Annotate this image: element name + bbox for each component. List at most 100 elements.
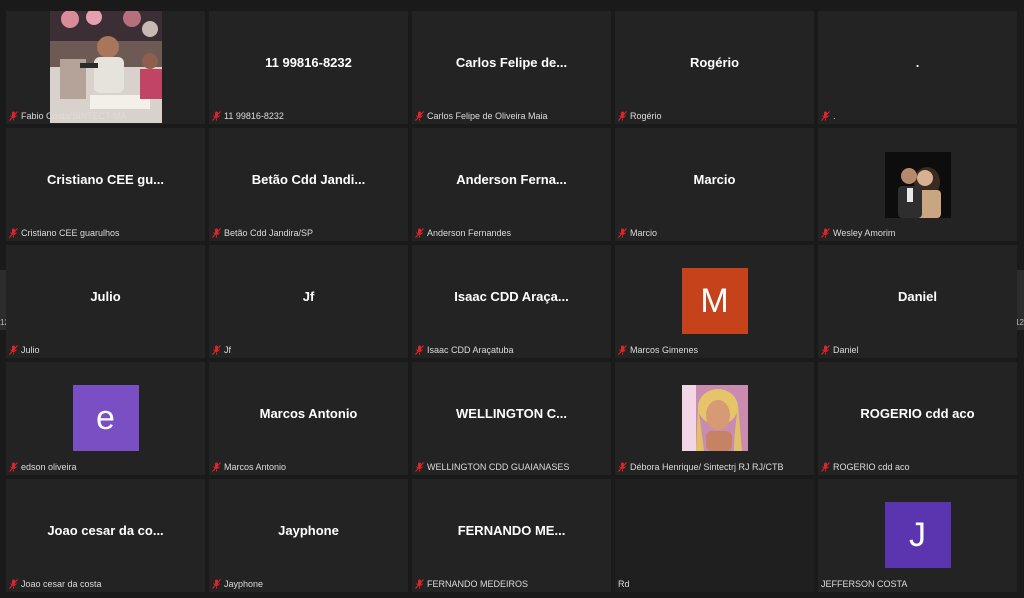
participant-name: Carlos Felipe de Oliveira Maia bbox=[427, 111, 548, 121]
participant-name-label: FERNANDO MEDEIROS bbox=[415, 578, 528, 590]
participant-tile[interactable]: Marcio Marcio bbox=[615, 128, 814, 241]
participant-display-name: Joao cesar da co... bbox=[47, 523, 164, 538]
participant-display-name: Daniel bbox=[897, 289, 937, 304]
participant-avatar: M bbox=[681, 268, 748, 334]
participant-display-name: WELLINGTON C... bbox=[456, 406, 567, 421]
participant-tile[interactable]: Carlos Felipe de... Carlos Felipe de Oli… bbox=[412, 11, 611, 124]
participant-tile[interactable]: FERNANDO ME... FERNANDO MEDEIROS bbox=[412, 479, 611, 592]
participant-name: Daniel bbox=[833, 345, 859, 355]
participant-name-label: . bbox=[821, 110, 836, 122]
participant-display-name: FERNANDO ME... bbox=[457, 523, 566, 538]
muted-mic-icon bbox=[9, 111, 18, 121]
participant-name-label: Cristiano CEE guarulhos bbox=[9, 227, 120, 239]
participant-tile[interactable]: 11 99816-8232 11 99816-8232 bbox=[209, 11, 408, 124]
muted-mic-icon bbox=[618, 111, 627, 121]
participant-name-label: Jf bbox=[212, 344, 231, 356]
participant-name-label: Débora Henrique/ Sintectrj RJ RJ/CTB bbox=[618, 461, 784, 473]
participant-name-label: WELLINGTON CDD GUAIANASES bbox=[415, 461, 569, 473]
participant-name: Isaac CDD Araçatuba bbox=[427, 345, 514, 355]
participant-name: Cristiano CEE guarulhos bbox=[21, 228, 120, 238]
participant-tile[interactable]: Betão Cdd Jandi... Betão Cdd Jandira/SP bbox=[209, 128, 408, 241]
participant-display-name: ROGERIO cdd aco bbox=[860, 406, 975, 421]
participant-tile[interactable]: Daniel Daniel bbox=[818, 245, 1017, 358]
participant-display-name: . bbox=[915, 55, 920, 70]
participant-display-name: Cristiano CEE gu... bbox=[46, 172, 164, 187]
participant-tile[interactable]: Marcos Antonio Marcos Antonio bbox=[209, 362, 408, 475]
participant-tile[interactable]: . . bbox=[818, 11, 1017, 124]
participant-display-name: Isaac CDD Araça... bbox=[454, 289, 569, 304]
participant-tile[interactable]: Fabio Costa/SINTECT-MA bbox=[6, 11, 205, 124]
participant-name: FERNANDO MEDEIROS bbox=[427, 579, 529, 589]
participant-tile[interactable]: Isaac CDD Araça... Isaac CDD Araçatuba bbox=[412, 245, 611, 358]
participant-tile[interactable]: Rogério Rogério bbox=[615, 11, 814, 124]
participant-display-name: Betão Cdd Jandi... bbox=[251, 172, 366, 187]
participant-name-label: Jayphone bbox=[212, 578, 263, 590]
participant-tile[interactable]: Anderson Ferna... Anderson Fernandes bbox=[412, 128, 611, 241]
muted-mic-icon bbox=[618, 345, 627, 355]
participant-name: 11 99816-8232 bbox=[224, 111, 284, 121]
participant-name-label: ROGERIO cdd aco bbox=[821, 461, 910, 473]
muted-mic-icon bbox=[618, 462, 627, 472]
participant-name-label: Carlos Felipe de Oliveira Maia bbox=[415, 110, 548, 122]
participant-tile[interactable]: Julio Julio bbox=[6, 245, 205, 358]
muted-mic-icon bbox=[415, 228, 424, 238]
participant-display-name: Jayphone bbox=[278, 523, 339, 538]
participant-name: Rogério bbox=[630, 111, 662, 121]
participant-name: Rd bbox=[618, 579, 630, 589]
participant-display-name: Marcio bbox=[693, 172, 736, 187]
participant-display-name: Marcos Antonio bbox=[259, 406, 358, 421]
participant-name: Anderson Fernandes bbox=[427, 228, 512, 238]
participant-name: Marcos Antonio bbox=[224, 462, 287, 472]
participant-tile[interactable]: Rd bbox=[615, 479, 814, 592]
muted-mic-icon bbox=[212, 579, 221, 589]
muted-mic-icon bbox=[9, 345, 18, 355]
participant-name: Fabio Costa/SINTECT-MA bbox=[21, 111, 127, 121]
participant-name-label: Marcio bbox=[618, 227, 657, 239]
participant-tile[interactable]: WELLINGTON C... WELLINGTON CDD GUAIANASE… bbox=[412, 362, 611, 475]
participant-video bbox=[49, 11, 162, 123]
participant-profile-photo bbox=[884, 152, 951, 218]
participant-display-name: Carlos Felipe de... bbox=[455, 55, 568, 70]
participant-tile[interactable]: ROGERIO cdd aco ROGERIO cdd aco bbox=[818, 362, 1017, 475]
participant-tile[interactable]: e edson oliveira bbox=[6, 362, 205, 475]
muted-mic-icon bbox=[821, 111, 830, 121]
muted-mic-icon bbox=[415, 579, 424, 589]
participant-name: Wesley Amorim bbox=[833, 228, 896, 238]
participant-name: Marcos Gimenes bbox=[630, 345, 699, 355]
participant-name-label: Marcos Gimenes bbox=[618, 344, 698, 356]
participant-name: Marcio bbox=[630, 228, 658, 238]
participant-name-label: Anderson Fernandes bbox=[415, 227, 511, 239]
participant-name-label: Marcos Antonio bbox=[212, 461, 286, 473]
participant-tile[interactable]: Jayphone Jayphone bbox=[209, 479, 408, 592]
participant-name: Jf bbox=[224, 345, 232, 355]
participant-name-label: edson oliveira bbox=[9, 461, 77, 473]
participant-name-label: Fabio Costa/SINTECT-MA bbox=[9, 110, 127, 122]
participant-name-label: Rogério bbox=[618, 110, 662, 122]
participant-name: Julio bbox=[21, 345, 40, 355]
participant-tile[interactable]: J JEFFERSON COSTA bbox=[818, 479, 1017, 592]
participant-avatar: J bbox=[884, 502, 951, 568]
participant-tile[interactable]: Joao cesar da co... Joao cesar da costa bbox=[6, 479, 205, 592]
participant-tile[interactable]: Cristiano CEE gu... Cristiano CEE guarul… bbox=[6, 128, 205, 241]
participant-name: WELLINGTON CDD GUAIANASES bbox=[427, 462, 570, 472]
muted-mic-icon bbox=[415, 462, 424, 472]
muted-mic-icon bbox=[212, 345, 221, 355]
muted-mic-icon bbox=[415, 111, 424, 121]
participant-tile[interactable]: Débora Henrique/ Sintectrj RJ RJ/CTB bbox=[615, 362, 814, 475]
participant-tile[interactable]: M Marcos Gimenes bbox=[615, 245, 814, 358]
muted-mic-icon bbox=[618, 228, 627, 238]
muted-mic-icon bbox=[212, 111, 221, 121]
participant-name: ROGERIO cdd aco bbox=[833, 462, 910, 472]
participant-name: edson oliveira bbox=[21, 462, 77, 472]
gallery-view: 12/12 12/12 bbox=[0, 0, 1024, 598]
muted-mic-icon bbox=[9, 228, 18, 238]
participant-display-name: Rogério bbox=[689, 55, 740, 70]
participant-name-label: Julio bbox=[9, 344, 40, 356]
participant-tile[interactable]: Jf Jf bbox=[209, 245, 408, 358]
muted-mic-icon bbox=[415, 345, 424, 355]
muted-mic-icon bbox=[212, 462, 221, 472]
participant-display-name: Jf bbox=[302, 289, 315, 304]
participant-tile[interactable]: Wesley Amorim bbox=[818, 128, 1017, 241]
participant-name-label: 11 99816-8232 bbox=[212, 110, 284, 122]
participant-name-label: JEFFERSON COSTA bbox=[821, 578, 907, 590]
